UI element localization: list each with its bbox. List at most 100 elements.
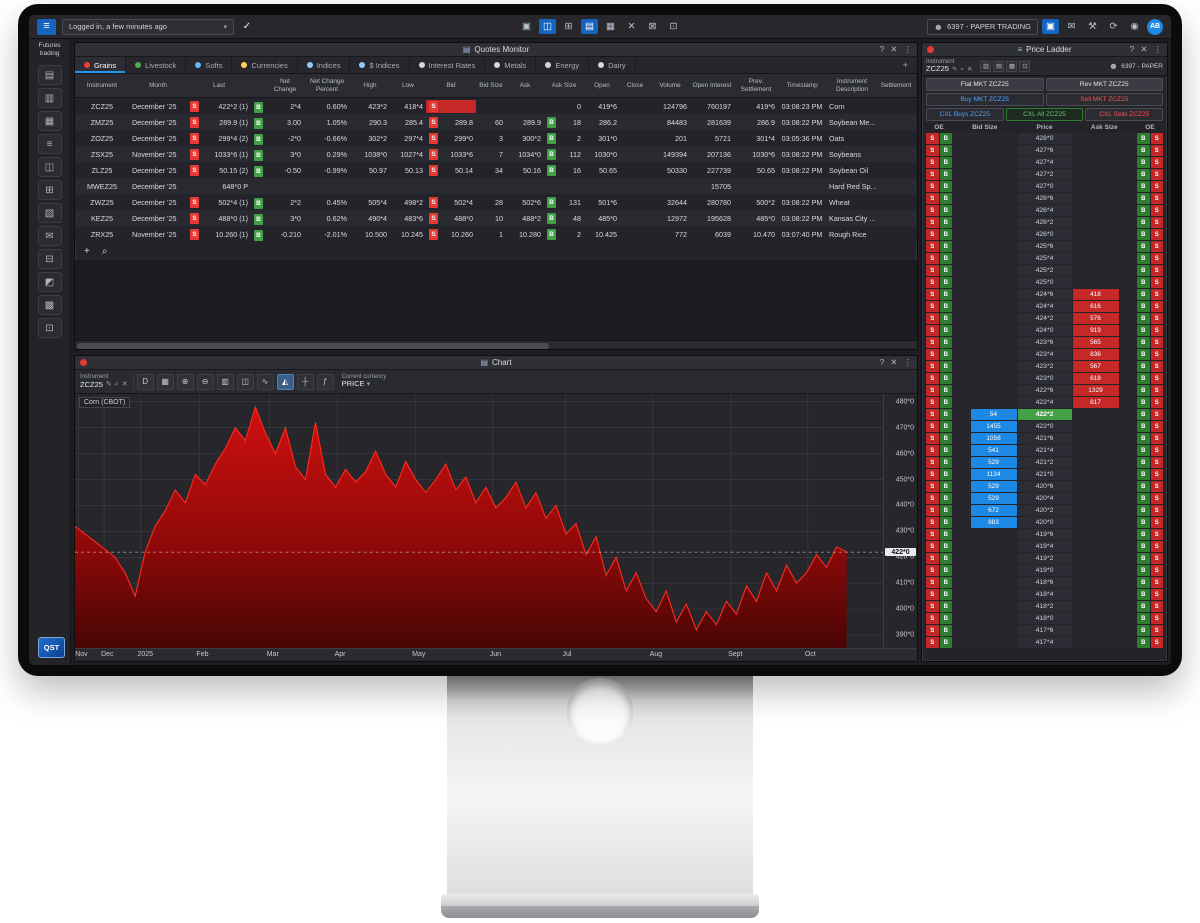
bid-size-chip[interactable]: 529 [971, 493, 1017, 504]
ladder-account[interactable]: ☻ 6397 - PAPER [1109, 61, 1163, 71]
buy-badge[interactable]: B [547, 229, 556, 240]
cancel-all-button[interactable]: CXL All ZCZ25 [1006, 108, 1084, 121]
sell-badge[interactable]: S [429, 117, 438, 128]
bid-size-cell[interactable] [953, 349, 1017, 360]
buy-badge[interactable]: B [547, 197, 556, 208]
price-cell[interactable]: 427*0 [1018, 181, 1072, 192]
price-cell[interactable]: 423*2 [1018, 361, 1072, 372]
chart-window-icon[interactable]: ▤ [581, 19, 598, 34]
sell-order-button[interactable]: S [1151, 505, 1164, 516]
sell-order-button[interactable]: S [1151, 133, 1164, 144]
sell-order-button[interactable]: S [1151, 337, 1164, 348]
price-cell[interactable]: 419*0 [1018, 565, 1072, 576]
buy-order-button[interactable]: B [1137, 589, 1150, 600]
bid-size-cell[interactable] [953, 229, 1017, 240]
cancel-sells-button[interactable]: CXL Sells ZCZ25 [1085, 108, 1163, 121]
research-icon[interactable]: ⊟ [38, 249, 62, 269]
buy-order-button[interactable]: B [940, 217, 953, 228]
ask-size-cell[interactable] [1073, 637, 1137, 648]
ask-size-cell[interactable] [1073, 229, 1137, 240]
ask-size-cell[interactable]: 418 [1073, 289, 1137, 300]
bid-size-cell[interactable]: 672 [953, 505, 1017, 516]
buy-badge[interactable]: B [254, 166, 263, 177]
buy-badge[interactable]: B [254, 118, 263, 129]
buy-order-button[interactable]: B [940, 253, 953, 264]
ask-size-cell[interactable]: 618 [1073, 373, 1137, 384]
bid-size-cell[interactable] [953, 193, 1017, 204]
chart-instrument-box[interactable]: Instrument ZCZ25 ✎ ⌕ ✕ [80, 374, 134, 390]
buy-badge[interactable]: B [547, 117, 556, 128]
edit-icon[interactable]: ✎ [952, 66, 957, 73]
ask-size-cell[interactable] [1073, 505, 1137, 516]
bid-size-cell[interactable]: 1455 [953, 421, 1017, 432]
buy-order-button[interactable]: B [1137, 565, 1150, 576]
bid-size-cell[interactable] [953, 157, 1017, 168]
bid-size-cell[interactable] [953, 265, 1017, 276]
sell-order-button[interactable]: S [1151, 265, 1164, 276]
ask-size-cell[interactable] [1073, 277, 1137, 288]
apps-icon[interactable]: ▩ [38, 295, 62, 315]
line-chart-icon[interactable]: ∿ [257, 374, 274, 390]
scrollbar-thumb[interactable] [77, 343, 549, 349]
price-cell[interactable]: 424*4 [1018, 301, 1072, 312]
buy-order-button[interactable]: B [1137, 373, 1150, 384]
sell-order-button[interactable]: S [926, 265, 939, 276]
buy-order-button[interactable]: B [940, 301, 953, 312]
sell-order-button[interactable]: S [1151, 301, 1164, 312]
bid-size-cell[interactable] [953, 625, 1017, 636]
grid-window-icon[interactable]: ▦ [602, 19, 619, 34]
price-cell[interactable]: 425*4 [1018, 253, 1072, 264]
sell-order-button[interactable]: S [1151, 241, 1164, 252]
buy-order-button[interactable]: B [1137, 253, 1150, 264]
buy-order-button[interactable]: B [1137, 541, 1150, 552]
ladder-grid-icon[interactable]: ▦ [1006, 61, 1017, 72]
bid-size-cell[interactable] [953, 277, 1017, 288]
price-cell[interactable]: 427*4 [1018, 157, 1072, 168]
bid-size-cell[interactable] [953, 385, 1017, 396]
sell-order-button[interactable]: S [926, 529, 939, 540]
price-cell[interactable]: 418*0 [1018, 613, 1072, 624]
ask-size-cell[interactable] [1073, 577, 1137, 588]
login-status-dropdown[interactable]: Logged in, a few minutes ago ▾ [62, 19, 234, 35]
sell-order-button[interactable]: S [926, 217, 939, 228]
buy-order-button[interactable]: B [1137, 145, 1150, 156]
sell-order-button[interactable]: S [926, 601, 939, 612]
bid-size-cell[interactable] [953, 601, 1017, 612]
sell-order-button[interactable]: S [1151, 397, 1164, 408]
buy-order-button[interactable]: B [1137, 205, 1150, 216]
buy-order-button[interactable]: B [940, 517, 953, 528]
buy-order-button[interactable]: B [940, 541, 953, 552]
messages-icon[interactable]: ✉ [38, 226, 62, 246]
ask-size-cell[interactable] [1073, 253, 1137, 264]
buy-order-button[interactable]: B [940, 193, 953, 204]
buy-order-button[interactable]: B [940, 349, 953, 360]
sell-badge[interactable]: S [190, 117, 199, 128]
tab-energy[interactable]: Energy [536, 57, 589, 73]
bid-size-chip[interactable]: 529 [971, 481, 1017, 492]
account-summary-icon[interactable]: ⊞ [38, 180, 62, 200]
price-cell[interactable]: 427*6 [1018, 145, 1072, 156]
sell-order-button[interactable]: S [1151, 493, 1164, 504]
sell-order-button[interactable]: S [1151, 349, 1164, 360]
buy-order-button[interactable]: B [940, 493, 953, 504]
sell-order-button[interactable]: S [926, 637, 939, 648]
bid-size-chip[interactable]: 541 [971, 445, 1017, 456]
buy-order-button[interactable]: B [1137, 613, 1150, 624]
sell-order-button[interactable]: S [1151, 481, 1164, 492]
sell-order-button[interactable]: S [1151, 229, 1164, 240]
sell-order-button[interactable]: S [1151, 325, 1164, 336]
ask-size-cell[interactable]: 1329 [1073, 385, 1137, 396]
sell-order-button[interactable]: S [1151, 421, 1164, 432]
currency-dropdown[interactable]: Current currency PRICE ▾ [342, 374, 387, 390]
buy-order-button[interactable]: B [1137, 229, 1150, 240]
buy-order-button[interactable]: B [940, 133, 953, 144]
analytics-icon[interactable]: ◩ [38, 272, 62, 292]
dual-window-icon[interactable]: ◫ [539, 19, 556, 34]
buy-badge[interactable]: B [547, 149, 556, 160]
buy-order-button[interactable]: B [1137, 325, 1150, 336]
buy-order-button[interactable]: B [940, 337, 953, 348]
tab-indices[interactable]: $ Indices [350, 57, 409, 73]
bid-size-cell[interactable] [953, 613, 1017, 624]
price-cell[interactable]: 418*6 [1018, 577, 1072, 588]
buy-order-button[interactable]: B [1137, 481, 1150, 492]
